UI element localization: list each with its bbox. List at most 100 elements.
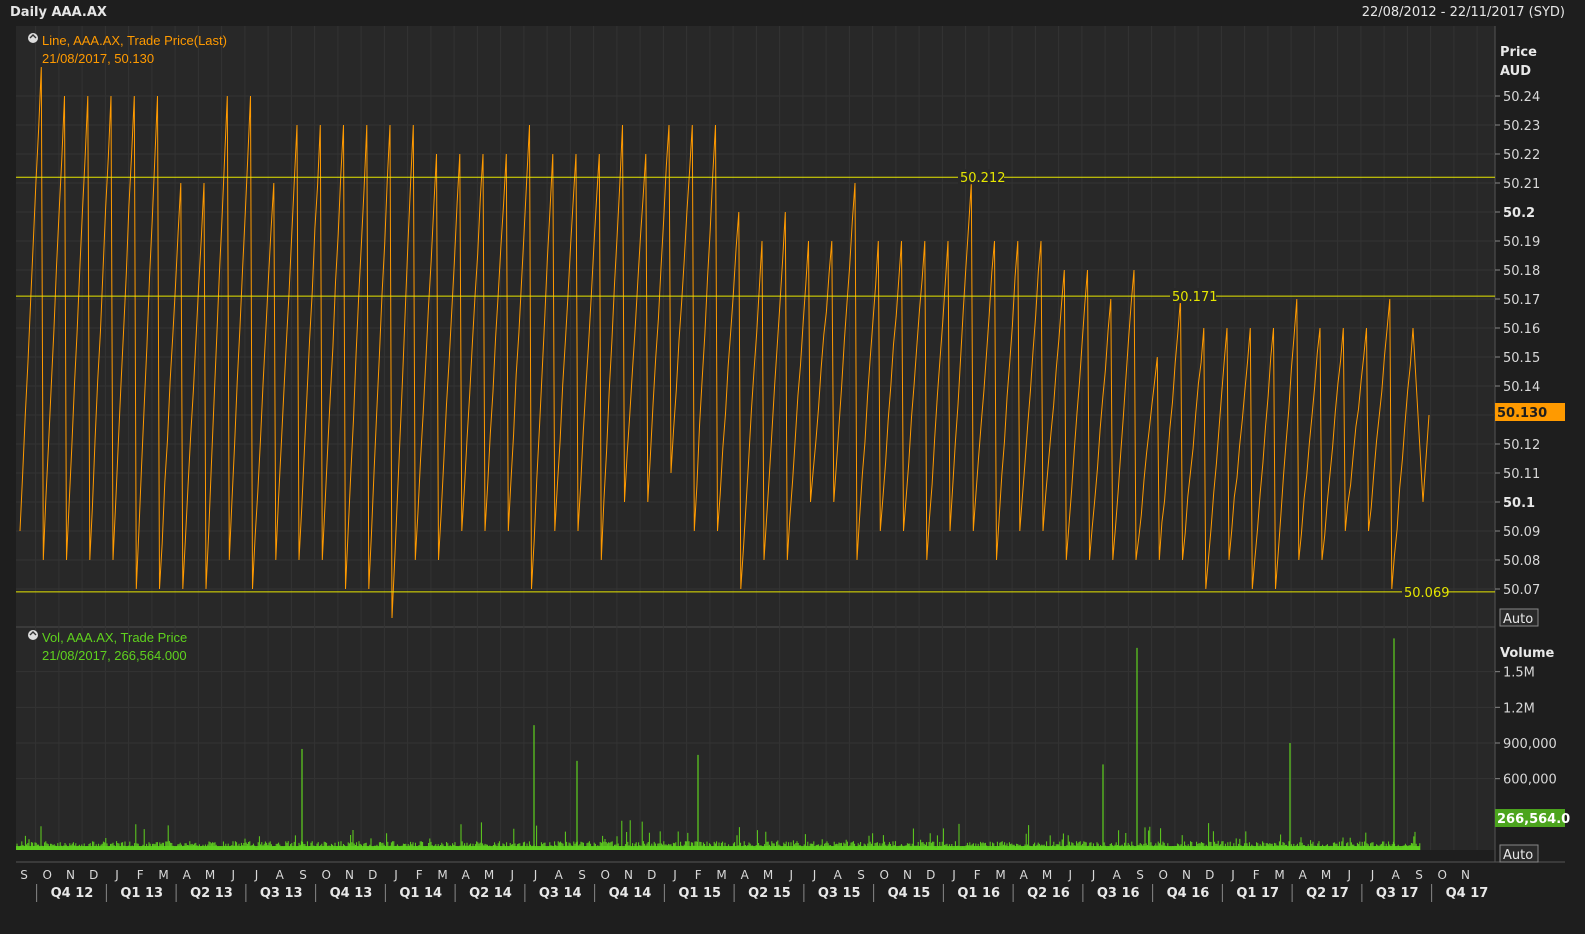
month-label: F [137, 868, 144, 882]
price-tick-label: 50.08 [1503, 554, 1540, 569]
month-label: M [1321, 868, 1331, 882]
month-label: O [322, 868, 331, 882]
volume-current-badge: 266,564.0 [1495, 809, 1570, 827]
quarter-label: Q1 13 [120, 886, 163, 901]
month-label: J [533, 868, 538, 882]
month-label: N [345, 868, 354, 882]
volume-tick-label: 1.5M [1503, 666, 1535, 681]
month-label: M [995, 868, 1005, 882]
price-tick-label: 50.12 [1503, 438, 1540, 453]
month-label: N [903, 868, 912, 882]
month-label: J [1091, 868, 1096, 882]
month-label: F [695, 868, 702, 882]
price-tick-label: 50.15 [1503, 351, 1540, 366]
month-label: J [393, 868, 398, 882]
quarter-label: Q3 14 [539, 886, 582, 901]
volume-tick-label: 1.2M [1503, 701, 1535, 716]
quarter-label: Q1 14 [399, 886, 442, 901]
month-label: S [1136, 868, 1144, 882]
month-label: J [509, 868, 514, 882]
volume-base [16, 846, 1420, 850]
month-label: O [43, 868, 52, 882]
month-label: S [1415, 868, 1423, 882]
month-label: S [857, 868, 865, 882]
quarter-label: Q4 17 [1446, 886, 1489, 901]
svg-text:50.130: 50.130 [1497, 406, 1547, 421]
month-label: M [716, 868, 726, 882]
price-tick-label: 50.24 [1503, 90, 1540, 105]
month-label: A [555, 868, 564, 882]
volume-plot-area[interactable] [16, 628, 1495, 850]
month-label: N [624, 868, 633, 882]
month-label: D [647, 868, 656, 882]
quarter-label: Q2 17 [1306, 886, 1349, 901]
month-label: M [158, 868, 168, 882]
month-label: J [1346, 868, 1351, 882]
month-label: M [763, 868, 773, 882]
volume-tick-label: 900,000 [1503, 737, 1557, 752]
quarter-label: Q2 16 [1027, 886, 1070, 901]
volume-axis-ticks: 1.5M 1.2M 900,000 600,000 [1495, 666, 1557, 788]
price-legend-last: 21/08/2017, 50.130 [42, 51, 154, 66]
price-legend-title: Line, AAA.AX, Trade Price(Last) [42, 33, 227, 48]
price-tick-label: 50.1 [1503, 496, 1535, 511]
month-label: A [741, 868, 750, 882]
price-auto-button[interactable]: Auto [1499, 608, 1539, 627]
price-tick-label: 50.14 [1503, 380, 1540, 395]
quarter-label: Q1 15 [678, 886, 721, 901]
month-label: M [437, 868, 447, 882]
month-label: S [20, 868, 28, 882]
month-label: D [926, 868, 935, 882]
volume-legend-title: Vol, AAA.AX, Trade Price [42, 630, 187, 645]
volume-tick-label: 600,000 [1503, 773, 1557, 788]
month-label: J [672, 868, 677, 882]
month-label: J [951, 868, 956, 882]
price-tick-label: 50.18 [1503, 264, 1540, 279]
price-tick-label: 50.07 [1503, 583, 1540, 598]
month-label: S [299, 868, 307, 882]
month-label: J [1067, 868, 1072, 882]
price-volume-chart[interactable]: 50.212 50.171 50.069 Line, AAA.AX, Trade P… [0, 0, 1585, 934]
month-label: A [183, 868, 192, 882]
month-label: J [230, 868, 235, 882]
price-tick-label: 50.17 [1503, 293, 1540, 308]
quarter-label: Q3 13 [260, 886, 303, 901]
month-label: M [205, 868, 215, 882]
month-label: F [416, 868, 423, 882]
x-axis-quarters: Q4 12 Q1 13 Q2 13 Q3 13 Q4 13 Q1 14 Q2 14 Q3 14… [36, 884, 1489, 902]
price-tick-label: 50.22 [1503, 148, 1540, 163]
price-axis-title: Price [1500, 45, 1537, 60]
quarter-label: Q4 13 [330, 886, 373, 901]
volume-legend-last: 21/08/2017, 266,564.000 [42, 648, 187, 663]
month-label: J [812, 868, 817, 882]
month-label: M [484, 868, 494, 882]
month-label: N [1182, 868, 1191, 882]
month-label: D [89, 868, 98, 882]
quarter-label: Q3 15 [818, 886, 861, 901]
month-label: O [1438, 868, 1447, 882]
volume-auto-button[interactable]: Auto [1499, 844, 1539, 863]
month-label: N [1461, 868, 1470, 882]
price-tick-label: 50.09 [1503, 525, 1540, 540]
x-axis-months: SONDJFMAMJJASONDJFMAMJJASONDJFMAMJJASOND… [20, 868, 1470, 882]
price-tick-label: 50.23 [1503, 119, 1540, 134]
month-label: J [1230, 868, 1235, 882]
month-label: O [1159, 868, 1168, 882]
quarter-label: Q1 16 [957, 886, 1000, 901]
price-tick-label: 50.16 [1503, 322, 1540, 337]
month-label: M [1042, 868, 1052, 882]
quarter-label: Q2 14 [469, 886, 512, 901]
month-label: S [578, 868, 586, 882]
quarter-label: Q4 15 [888, 886, 931, 901]
svg-text:Auto: Auto [1503, 612, 1533, 627]
month-label: A [1299, 868, 1308, 882]
quarter-label: Q4 16 [1167, 886, 1210, 901]
price-plot-area[interactable] [16, 26, 1495, 626]
month-label: F [1253, 868, 1260, 882]
month-label: D [1205, 868, 1214, 882]
month-label: D [368, 868, 377, 882]
price-tick-label: 50.2 [1503, 206, 1535, 221]
reference-line-label: 50.069 [1404, 586, 1450, 601]
svg-text:Auto: Auto [1503, 848, 1533, 863]
month-label: O [601, 868, 610, 882]
